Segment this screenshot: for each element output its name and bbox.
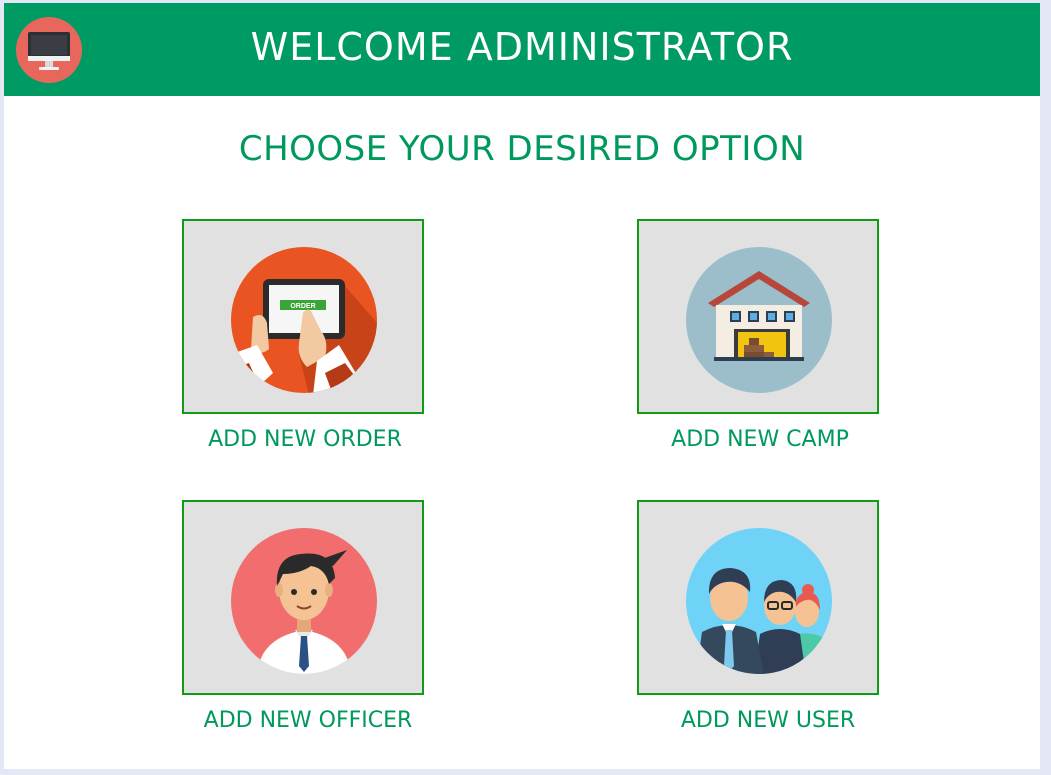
add-new-order-button[interactable]: ORDER bbox=[182, 219, 424, 414]
add-new-officer-button[interactable] bbox=[182, 500, 424, 695]
add-new-camp-button[interactable] bbox=[637, 219, 879, 414]
header-bar: WELCOME ADMINISTRATOR bbox=[4, 3, 1040, 96]
add-new-user-button[interactable] bbox=[637, 500, 879, 695]
page-title: WELCOME ADMINISTRATOR bbox=[250, 25, 794, 69]
add-new-officer-label[interactable]: ADD NEW OFFICER bbox=[148, 708, 468, 733]
user-group-icon bbox=[686, 528, 832, 674]
section-heading: CHOOSE YOUR DESIRED OPTION bbox=[238, 129, 806, 169]
add-new-camp-label[interactable]: ADD NEW CAMP bbox=[600, 427, 920, 452]
order-icon-text: ORDER bbox=[290, 303, 315, 310]
add-new-user-label[interactable]: ADD NEW USER bbox=[608, 708, 928, 733]
warehouse-icon bbox=[686, 247, 832, 393]
admin-window: WELCOME ADMINISTRATOR CHOOSE YOUR DESIRE… bbox=[4, 3, 1040, 769]
tablet-order-icon: ORDER bbox=[231, 247, 377, 393]
add-new-order-label[interactable]: ADD NEW ORDER bbox=[145, 427, 465, 452]
officer-avatar-icon bbox=[231, 528, 377, 674]
